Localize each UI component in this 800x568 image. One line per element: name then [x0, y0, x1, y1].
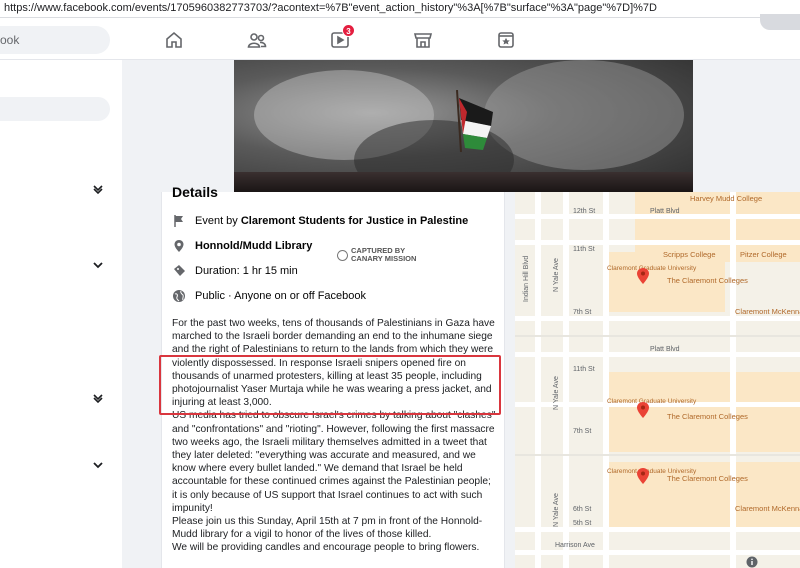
- duration-text: Duration: 1 hr 15 min: [195, 265, 298, 277]
- duration-row: Duration: 1 hr 15 min: [172, 264, 298, 278]
- description-paragraph: Please join us this Sunday, April 15th a…: [172, 516, 483, 541]
- address-bar[interactable]: https://www.facebook.com/events/17059603…: [0, 0, 800, 18]
- street-label: Harrison Ave: [555, 542, 595, 549]
- canary-mission-watermark: CAPTURED BY CANARY MISSION: [337, 247, 416, 263]
- street-label: N Yale Ave: [553, 258, 560, 292]
- organizer-prefix: Event by: [195, 215, 241, 227]
- description-paragraph: US media has tried to obscure Israel's c…: [172, 410, 496, 514]
- location-link[interactable]: Honnold/Mudd Library: [195, 240, 312, 252]
- flag-image: [456, 90, 493, 152]
- privacy-row: Public · Anyone on or off Facebook: [172, 289, 366, 303]
- location-row: Honnold/Mudd Library: [172, 239, 312, 253]
- street-label: 6th St: [573, 506, 592, 513]
- place-label: Claremont Graduate University: [607, 468, 697, 475]
- globe-icon: [173, 290, 185, 302]
- organizer-row: Event by Claremont Students for Justice …: [172, 214, 468, 228]
- place-label: Pitzer College: [740, 250, 787, 259]
- street-label: 12th St: [573, 208, 596, 215]
- street-label: 11th St: [573, 366, 595, 373]
- chevron-down-icon[interactable]: [92, 392, 104, 404]
- place-label: The Claremont Colleges: [667, 276, 748, 285]
- description-paragraph: We will be providing candles and encoura…: [172, 542, 480, 554]
- street-label: 7th St: [573, 428, 592, 435]
- chevron-down-icon[interactable]: [92, 183, 104, 195]
- place-label: Claremont McKenna: [735, 504, 800, 513]
- organizer-link[interactable]: Claremont Students for Justice in Palest…: [241, 215, 468, 227]
- chevron-down-icon[interactable]: [92, 459, 104, 471]
- street-label: N Yale Ave: [553, 376, 560, 410]
- flag-icon: [174, 215, 183, 227]
- street-label: Platt Blvd: [650, 346, 680, 353]
- place-label: Scripps College: [663, 250, 716, 259]
- street-label: 11th St: [573, 246, 595, 253]
- canary-icon: [337, 249, 348, 261]
- watch-icon[interactable]: 3: [330, 24, 355, 50]
- ticket-icon: [174, 265, 185, 276]
- left-sidebar: [0, 60, 122, 568]
- friends-icon[interactable]: [247, 30, 267, 50]
- highlight-annotation-box: [159, 355, 501, 415]
- map-pin-icon[interactable]: [637, 402, 649, 418]
- place-label: Claremont McKenna: [735, 307, 800, 316]
- notification-badge: 3: [342, 24, 355, 37]
- street-label: Platt Blvd: [650, 208, 680, 215]
- street-label: N Yale Ave: [553, 493, 560, 527]
- sidebar-item[interactable]: [0, 97, 110, 121]
- location-map[interactable]: 12th St Platt Blvd 11th St 7th St Platt …: [515, 192, 800, 568]
- event-description: For the past two weeks, tens of thousand…: [172, 317, 498, 555]
- street-label: 7th St: [573, 309, 592, 316]
- groups-icon[interactable]: [496, 30, 516, 50]
- home-icon[interactable]: [164, 30, 184, 50]
- place-label: The Claremont Colleges: [667, 412, 748, 421]
- map-pin-icon[interactable]: [637, 468, 649, 484]
- street-label: 5th St: [573, 520, 592, 527]
- place-label: The Claremont Colleges: [667, 474, 748, 483]
- street-label: Indian Hill Blvd: [523, 255, 530, 302]
- top-navigation: ook 3: [0, 14, 800, 60]
- marketplace-icon[interactable]: [413, 30, 433, 50]
- place-label: Claremont Graduate University: [607, 398, 697, 405]
- search-input[interactable]: ook: [0, 26, 110, 54]
- place-label: Claremont Graduate University: [607, 265, 697, 272]
- section-title: Details: [172, 184, 218, 198]
- event-cover-photo: [234, 60, 693, 192]
- chevron-down-icon[interactable]: [92, 259, 104, 271]
- watermark-line: CANARY MISSION: [351, 254, 417, 263]
- privacy-text: Public · Anyone on or off Facebook: [195, 290, 367, 302]
- info-icon[interactable]: [746, 556, 758, 568]
- place-label: Harvey Mudd College: [690, 194, 763, 203]
- map-pin-icon[interactable]: [637, 268, 649, 284]
- account-avatar[interactable]: [760, 14, 800, 30]
- location-pin-icon: [174, 240, 184, 252]
